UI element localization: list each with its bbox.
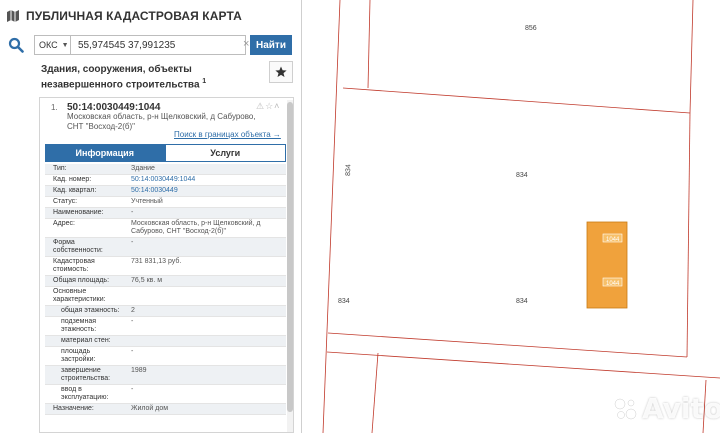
info-row: подземная этажность: -: [45, 317, 286, 336]
info-row: Статус: Учтенный: [45, 197, 286, 208]
star-icon: [275, 66, 287, 77]
info-row-value[interactable]: 50:14:0030449: [122, 186, 286, 196]
search-in-bounds-link[interactable]: Поиск в границах объекта →: [174, 130, 281, 139]
info-row-key: Адрес:: [53, 220, 75, 227]
app-title: ПУБЛИЧНАЯ КАДАСТРОВАЯ КАРТА: [26, 9, 242, 23]
info-row-value[interactable]: 50:14:0030449:1044: [122, 175, 286, 185]
watermark-text: Avito: [642, 392, 720, 425]
info-row-value: -: [131, 239, 134, 246]
info-row-value: -: [131, 209, 134, 216]
info-row: завершение строительства: 1989: [45, 366, 286, 385]
building-label: 1044: [606, 237, 620, 243]
find-button[interactable]: Найти: [250, 35, 292, 55]
info-row-value: -: [131, 348, 134, 355]
avito-logo-icon: [614, 398, 637, 419]
info-row: ввод в эксплуатацию: -: [45, 385, 286, 404]
info-row-key: Общая площадь:: [53, 277, 110, 284]
object-index: 1.: [51, 103, 58, 112]
info-row: Кадастровая стоимость: 731 831,13 руб.: [45, 257, 286, 276]
info-row: Назначение: Жилой дом: [45, 404, 286, 415]
info-row-value: Здание: [131, 165, 155, 172]
info-row: Кад. номер: 50:14:0030449:1044: [45, 175, 286, 186]
info-row-value: Учтенный: [131, 198, 163, 205]
card-actions: ⚠☆˄: [256, 101, 280, 112]
object-address: Московская область, р-н Щелковский, д Са…: [67, 112, 256, 131]
warning-icon[interactable]: ⚠: [256, 101, 265, 111]
tab-services[interactable]: Услуги: [164, 144, 286, 162]
info-row-key: завершение строительства:: [61, 367, 111, 382]
favorite-button[interactable]: [269, 61, 293, 83]
object-card: 1. 50:14:0030449:1044 ⚠☆˄ Московская обл…: [39, 97, 294, 433]
info-row-key: Назначение:: [53, 405, 94, 412]
parcel-label: 834: [345, 164, 352, 176]
tab-bar: Информация Услуги: [45, 144, 286, 162]
info-table: Тип: Здание Кад. номер: 50:14:0030449:1044 К…: [45, 164, 286, 415]
collapse-icon[interactable]: ˄: [274, 101, 280, 111]
parcel-label: 834: [338, 298, 350, 305]
star-outline-icon[interactable]: ☆: [265, 101, 274, 111]
info-row-value: [122, 287, 286, 305]
info-row: Общая площадь: 76,5 кв. м: [45, 276, 286, 287]
result-count: 1: [202, 78, 207, 85]
info-row-key: Кад. номер:: [53, 176, 92, 183]
tab-information[interactable]: Информация: [45, 144, 165, 162]
info-row: Адрес: Московская область, р-н Щелковский…: [45, 219, 286, 238]
info-row: общая этажность: 2: [45, 306, 286, 317]
object-type-value: ОКС: [39, 40, 58, 50]
info-row-value: 1989: [131, 367, 147, 374]
info-row-value: 731 831,13 руб.: [131, 258, 182, 265]
info-row: Тип: Здание: [45, 164, 286, 175]
info-row-value: 76,5 кв. м: [131, 277, 163, 284]
info-row-value: Жилой дом: [131, 405, 169, 412]
search-bar: ОКС ▼ × Найти: [6, 34, 296, 56]
clear-icon[interactable]: ×: [243, 38, 249, 50]
info-row: материал стен:: [45, 336, 286, 347]
watermark: Avito: [612, 392, 720, 425]
map-logo-icon: [7, 10, 19, 22]
info-row-key: материал стен:: [61, 337, 111, 344]
info-row: Кад. квартал: 50:14:0030449: [45, 186, 286, 197]
building-label: 1044: [606, 281, 620, 287]
scrollbar-thumb[interactable]: [287, 102, 293, 412]
search-icon[interactable]: [6, 35, 26, 55]
info-row-value: [122, 336, 286, 346]
info-row-key: подземная этажность:: [61, 318, 97, 333]
info-row-key: Кадастровая стоимость:: [53, 258, 95, 273]
info-row-key: Основные характеристики:: [53, 288, 106, 303]
info-row: Наименование: -: [45, 208, 286, 219]
object-type-select[interactable]: ОКС ▼: [34, 35, 70, 55]
info-row: площадь застройки: -: [45, 347, 286, 366]
info-row: Форма собственности: -: [45, 238, 286, 257]
chevron-down-icon: ▼: [61, 41, 69, 49]
info-row-value: 2: [131, 307, 135, 314]
info-panel: ПУБЛИЧНАЯ КАДАСТРОВАЯ КАРТА ОКС ▼ × Найт…: [0, 0, 302, 433]
info-row-key: общая этажность:: [61, 307, 120, 314]
info-row-key: ввод в эксплуатацию:: [61, 386, 109, 401]
info-row-key: Наименование:: [53, 209, 104, 216]
info-row-key: площадь застройки:: [61, 348, 96, 363]
info-row-value: -: [131, 386, 134, 393]
info-row-key: Статус:: [53, 198, 78, 205]
app-header: ПУБЛИЧНАЯ КАДАСТРОВАЯ КАРТА: [6, 6, 242, 26]
info-row: Основные характеристики:: [45, 287, 286, 306]
info-row-key: Тип:: [53, 165, 67, 172]
parcel-label: 856: [525, 25, 537, 32]
search-input[interactable]: [70, 35, 246, 55]
section-title: Здания, сооружения, объекты незавершенно…: [41, 64, 261, 91]
info-row-key: Форма собственности:: [53, 239, 103, 254]
parcel-label: 834: [516, 172, 528, 179]
info-row-value: -: [131, 318, 134, 325]
section-title-text: Здания, сооружения, объекты незавершенно…: [41, 64, 200, 91]
parcel-label: 834: [516, 298, 528, 305]
info-row-value: Московская область, р-н Щелковский, д Са…: [131, 220, 261, 235]
info-row-key: Кад. квартал:: [53, 187, 97, 194]
